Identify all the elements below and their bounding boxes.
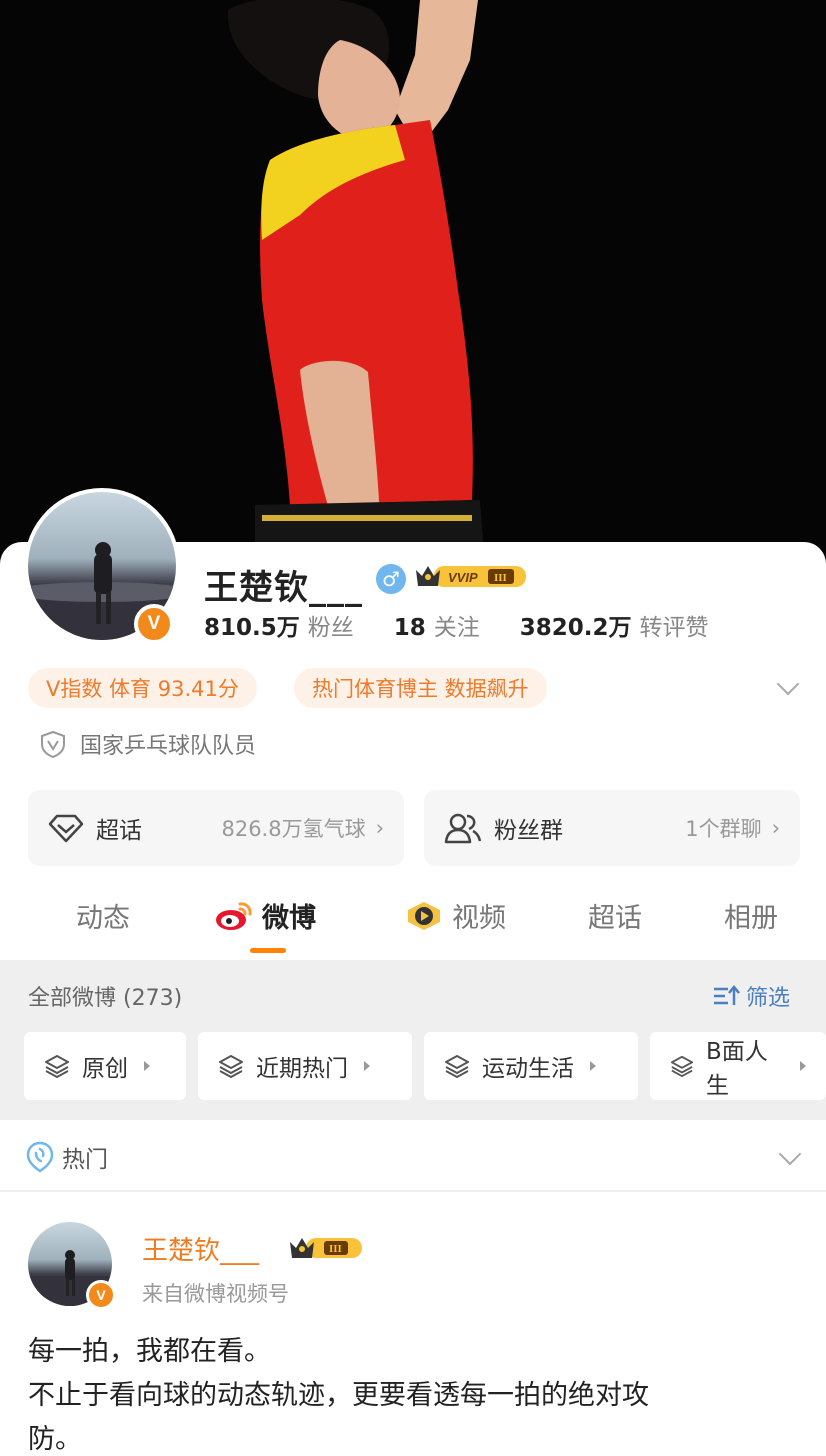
layers-icon (445, 1055, 469, 1078)
post-source: 来自微博视频号 (142, 1282, 289, 1306)
filter-icon (714, 985, 740, 1005)
post-text-line: 每一拍，我都在看。 (28, 1336, 271, 1367)
caret-right-icon (364, 1061, 370, 1071)
fan-group-label: 粉丝群 (494, 818, 563, 844)
tab-weibo[interactable]: 微博 (214, 896, 316, 935)
vip-crown-badge-icon: III (290, 1238, 362, 1258)
certification-text: 国家乒乓球队队员 (80, 734, 257, 759)
section-divider (0, 1190, 826, 1192)
vvip-level-label: III (494, 572, 507, 584)
stat-value: 3820.2万 (519, 615, 632, 641)
shield-icon (41, 730, 65, 758)
stat-following[interactable]: 18 关注 (394, 608, 480, 642)
post-author-name[interactable]: 王楚钦___ (142, 1230, 259, 1267)
tab-dynamics[interactable]: 动态 (76, 896, 130, 935)
tab-label: 微博 (262, 903, 316, 934)
stat-label: 粉丝 (307, 615, 354, 641)
verified-badge-icon: V (134, 604, 174, 644)
weibo-logo-icon (216, 901, 252, 930)
verified-badge-icon: V (86, 1280, 116, 1310)
vvip-badge-icon[interactable]: VVIP III (414, 562, 528, 590)
profile-stats: 810.5万 粉丝 18 关注 3820.2万 转评赞 (204, 608, 709, 642)
profile-tabs: 动态 微博 视频 超话 相册 (0, 892, 826, 958)
chip-label: 运动生活 (482, 1056, 574, 1082)
male-gender-icon: ♂ (376, 564, 406, 594)
tab-label: 视频 (452, 903, 506, 934)
chip-original[interactable]: 原创 (24, 1032, 186, 1100)
stat-value: 18 (393, 615, 426, 641)
fan-group-count: 1个群聊 (685, 817, 762, 841)
caret-right-icon (144, 1061, 150, 1071)
layers-icon (670, 1055, 694, 1078)
hot-label: 热门 (62, 1147, 108, 1173)
stat-likes[interactable]: 3820.2万 转评赞 (520, 608, 709, 642)
v-index-tag[interactable]: V指数 体育 93.41分 (28, 668, 257, 708)
layers-icon (45, 1055, 69, 1078)
tab-album[interactable]: 相册 (724, 896, 778, 935)
tab-video[interactable]: 视频 (404, 896, 506, 935)
tab-supertopic[interactable]: 超话 (588, 896, 642, 935)
post-text[interactable]: 每一拍，我都在看。 不止于看向球的动态轨迹，更要看透每一拍的绝对攻 防。 (28, 1330, 808, 1456)
stat-label: 关注 (433, 615, 480, 641)
supertopic-button[interactable]: 超话 826.8万氢气球 › (28, 790, 404, 866)
tab-label: 超话 (588, 903, 642, 934)
all-weibo-count: 全部微博 (273) (28, 986, 183, 1011)
filter-button[interactable]: 筛选 (712, 980, 790, 1012)
chip-b-side-life[interactable]: B面人生 (650, 1032, 826, 1100)
stat-value: 810.5万 (204, 615, 300, 641)
active-tab-indicator (250, 948, 286, 953)
location-pin-icon (26, 1141, 54, 1173)
video-play-icon (408, 901, 440, 930)
certification-row: 国家乒乓球队队员 (40, 728, 256, 760)
tab-label: 相册 (724, 903, 778, 934)
tab-label: 动态 (76, 903, 130, 934)
chevron-right-icon: › (771, 816, 780, 840)
hot-blogger-tag[interactable]: 热门体育博主 数据飙升 (294, 668, 547, 708)
diamond-icon (48, 814, 84, 843)
vvip-badge-label: VVIP (448, 570, 478, 585)
fan-group-button[interactable]: 粉丝群 1个群聊 › (424, 790, 800, 866)
supertopic-label: 超话 (96, 818, 142, 844)
people-icon (444, 813, 482, 844)
chip-label: 原创 (82, 1056, 128, 1082)
chip-label: B面人生 (705, 1039, 768, 1099)
profile-name: 王楚钦___ (204, 568, 363, 608)
filter-label: 筛选 (746, 986, 791, 1011)
caret-right-icon (590, 1061, 596, 1071)
chip-label: 近期热门 (256, 1056, 348, 1082)
chip-recent-hot[interactable]: 近期热门 (198, 1032, 412, 1100)
supertopic-count: 826.8万氢气球 (221, 817, 366, 841)
chevron-right-icon: › (375, 816, 384, 840)
post-text-line: 防。 (28, 1424, 82, 1455)
post-text-line: 不止于看向球的动态轨迹，更要看透每一拍的绝对攻 (28, 1380, 649, 1411)
cover-photo[interactable] (0, 0, 826, 570)
layers-icon (219, 1055, 243, 1078)
caret-right-icon (800, 1061, 806, 1071)
vip-level-label: III (329, 1243, 342, 1255)
hot-section-header[interactable]: 热门 (26, 1140, 108, 1174)
stat-fans[interactable]: 810.5万 粉丝 (204, 608, 354, 642)
chip-sports-life[interactable]: 运动生活 (424, 1032, 638, 1100)
cover-athlete-image (0, 0, 826, 570)
stat-label: 转评赞 (639, 615, 709, 641)
